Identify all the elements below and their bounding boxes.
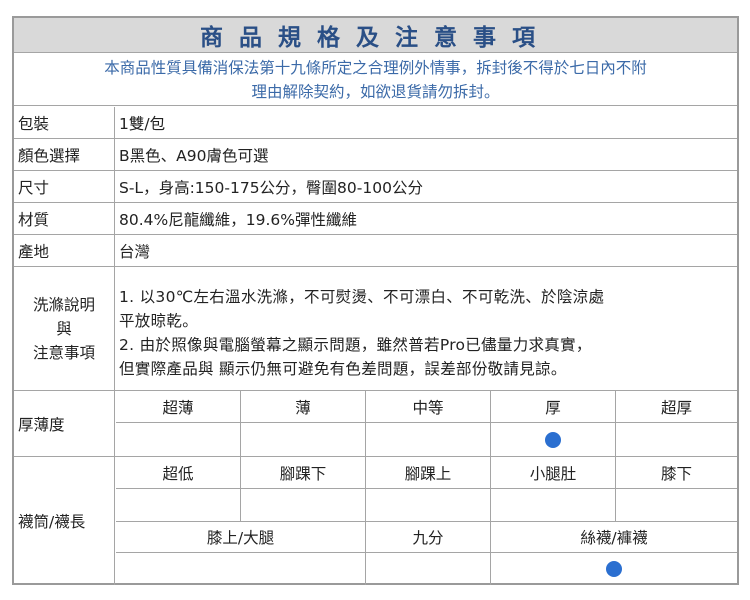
length-mark-cell <box>491 489 616 522</box>
thickness-mark-cell <box>491 423 616 456</box>
thickness-option: 中等 <box>366 391 491 423</box>
spec-label: 顏色選擇 <box>14 139 115 170</box>
length-option: 腳踝下 <box>241 457 366 489</box>
length-mark-cell <box>241 489 366 522</box>
thickness-option: 超薄 <box>116 391 241 423</box>
washing-label-line: 與 <box>56 319 72 338</box>
spec-row-color: 顏色選擇 B黑色、A90膚色可選 <box>14 139 737 171</box>
spec-row-packaging: 包裝 1雙/包 <box>14 107 737 139</box>
spec-sheet: 商品規格及注意事項 本商品性質具備消保法第十九條所定之合理例外情事，拆封後不得於… <box>12 16 739 585</box>
spec-label: 材質 <box>14 203 115 234</box>
length-mark-cell <box>366 553 491 585</box>
spec-row-length: 襪筒/襪長 超低 腳踝下 腳踝上 小腿肚 膝下 膝上/大腿 九分 絲襪/褲襪 <box>14 457 737 585</box>
length-option: 絲襪/褲襪 <box>491 522 737 553</box>
thickness-mark-cell <box>241 423 366 456</box>
length-option: 膝下 <box>616 457 737 489</box>
washing-label-line: 注意事項 <box>32 343 95 362</box>
length-option: 小腿肚 <box>491 457 616 489</box>
thickness-mark-cell <box>366 423 491 456</box>
spec-value: S-L，身高:150-175公分，臀圍80-100公分 <box>119 178 423 197</box>
spec-value: 台灣 <box>119 242 151 261</box>
length-label: 襪筒/襪長 <box>14 457 115 585</box>
spec-label: 尺寸 <box>14 171 115 202</box>
spec-row-washing: 洗滌說明 與 注意事項 1. 以30℃左右溫水洗滌，不可熨燙、不可漂白、不可乾洗… <box>14 267 737 391</box>
spec-value: 1雙/包 <box>119 114 166 133</box>
washing-line: 2. 由於照像與電腦螢幕之顯示問題，雖然普若Pro已儘量力求真實， <box>119 336 592 354</box>
thickness-grid: 超薄 薄 中等 厚 超厚 <box>116 391 737 456</box>
spec-label: 包裝 <box>14 107 115 138</box>
length-option: 超低 <box>116 457 241 489</box>
notice-line-1: 本商品性質具備消保法第十九條所定之合理例外情事，拆封後不得於七日內不附 <box>104 59 647 77</box>
sheet-title: 商品規格及注意事項 <box>14 18 737 53</box>
length-mark-cell <box>116 553 366 585</box>
thickness-mark-cell <box>116 423 241 456</box>
spec-value: 80.4%尼龍纖維，19.6%彈性纖維 <box>119 210 357 229</box>
spec-row-material: 材質 80.4%尼龍纖維，19.6%彈性纖維 <box>14 203 737 235</box>
length-mark-cell <box>616 489 737 522</box>
length-option: 膝上/大腿 <box>116 522 366 553</box>
selected-marker-icon <box>606 561 622 577</box>
length-mark-cell <box>366 489 491 522</box>
length-option: 腳踝上 <box>366 457 491 489</box>
thickness-mark-cell <box>616 423 737 456</box>
thickness-label: 厚薄度 <box>14 391 115 456</box>
notice-line-2: 理由解除契約，如欲退貨請勿拆封。 <box>251 83 500 101</box>
washing-label: 洗滌說明 與 注意事項 <box>14 267 115 390</box>
thickness-option: 超厚 <box>616 391 737 423</box>
spec-label: 產地 <box>14 235 115 266</box>
washing-label-line: 洗滌說明 <box>32 295 95 314</box>
washing-line: 1. 以30℃左右溫水洗滌，不可熨燙、不可漂白、不可乾洗、於陰涼處 <box>119 288 605 306</box>
washing-line: 平放晾乾。 <box>119 312 199 330</box>
spec-row-thickness: 厚薄度 超薄 薄 中等 厚 超厚 <box>14 391 737 457</box>
thickness-option: 薄 <box>241 391 366 423</box>
length-option: 九分 <box>366 522 491 553</box>
washing-text: 1. 以30℃左右溫水洗滌，不可熨燙、不可漂白、不可乾洗、於陰涼處 平放晾乾。 … <box>116 267 737 390</box>
thickness-option: 厚 <box>491 391 616 423</box>
return-notice: 本商品性質具備消保法第十九條所定之合理例外情事，拆封後不得於七日內不附 理由解除… <box>14 53 737 106</box>
length-grid: 超低 腳踝下 腳踝上 小腿肚 膝下 膝上/大腿 九分 絲襪/褲襪 <box>116 457 737 585</box>
spec-value: B黑色、A90膚色可選 <box>119 146 269 165</box>
washing-line: 但實際產品與 顯示仍無可避免有色差問題，誤差部份敬請見諒。 <box>119 360 567 378</box>
spec-row-size: 尺寸 S-L，身高:150-175公分，臀圍80-100公分 <box>14 171 737 203</box>
selected-marker-icon <box>545 431 561 448</box>
length-mark-cell <box>491 553 737 585</box>
length-mark-cell <box>116 489 241 522</box>
spec-row-origin: 產地 台灣 <box>14 235 737 267</box>
